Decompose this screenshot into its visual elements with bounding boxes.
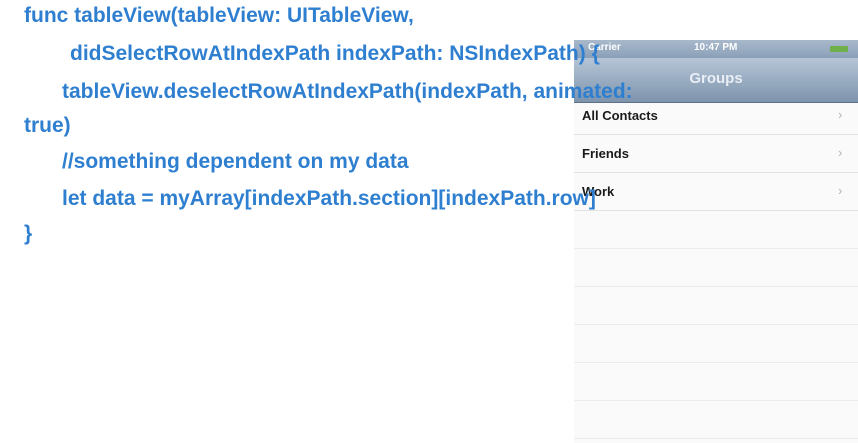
code-snippet: func tableView(tableView: UITableView, d… bbox=[0, 0, 858, 443]
code-line: didSelectRowAtIndexPath indexPath: NSInd… bbox=[70, 42, 600, 65]
code-line: tableView.deselectRowAtIndexPath(indexPa… bbox=[62, 80, 633, 103]
code-line: let data = myArray[indexPath.section][in… bbox=[62, 187, 596, 210]
code-line: func tableView(tableView: UITableView, bbox=[24, 4, 414, 27]
code-line: } bbox=[24, 222, 33, 245]
code-line: //something dependent on my data bbox=[62, 150, 409, 173]
code-line: true) bbox=[24, 114, 71, 137]
